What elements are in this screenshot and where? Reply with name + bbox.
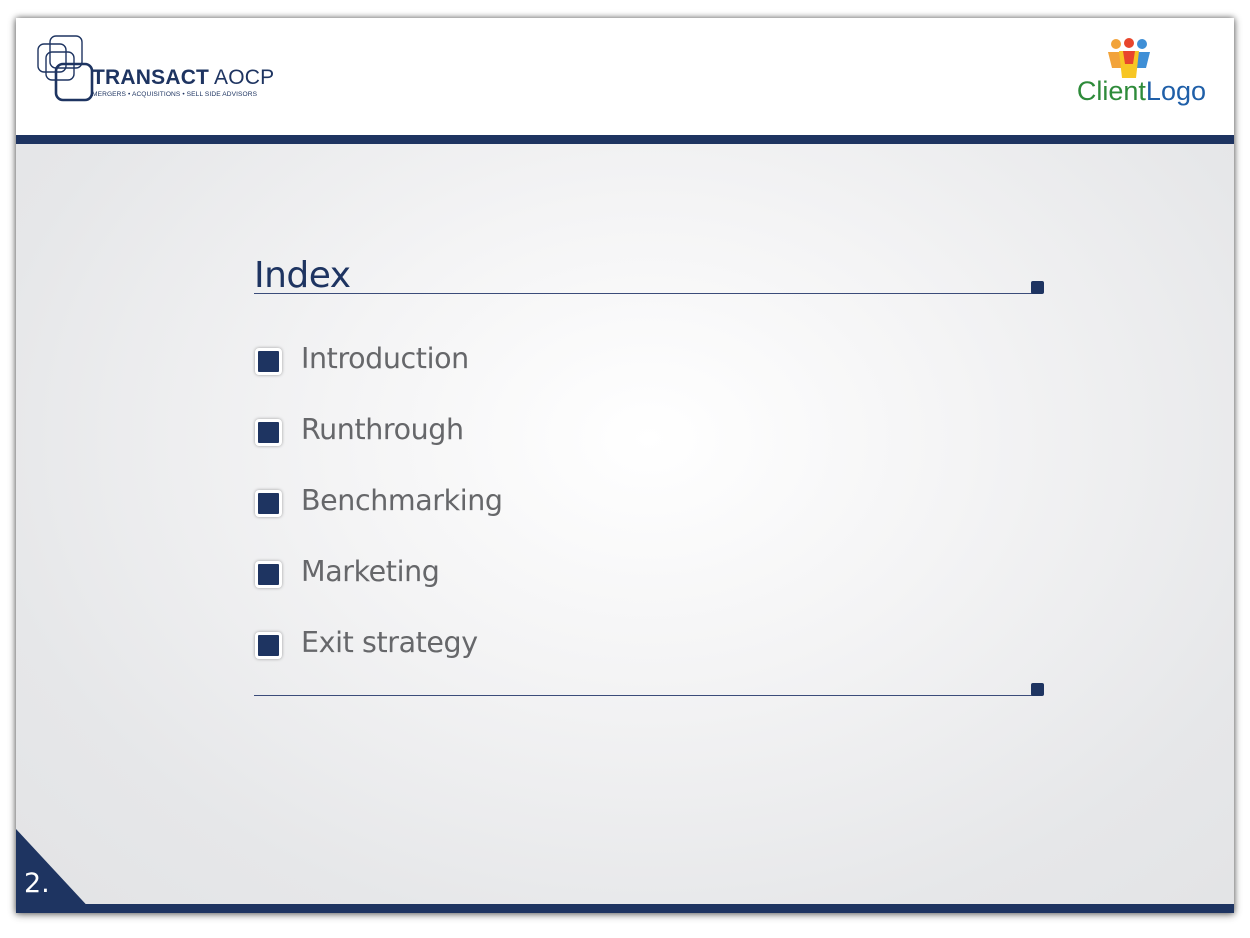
index-list: Introduction Runthrough Benchmarking Mar… <box>254 342 954 698</box>
transact-aocp-logo: TRANSACT AOCP MERGERS • ACQUISITIONS • S… <box>36 34 306 104</box>
footer-band <box>16 904 1234 913</box>
brand-name-bold: TRANSACT <box>92 66 210 89</box>
header: TRANSACT AOCP MERGERS • ACQUISITIONS • S… <box>16 18 1234 135</box>
index-title: Index <box>254 255 351 296</box>
brand-name-light: AOCP <box>213 66 275 89</box>
people-group-icon <box>1108 38 1150 78</box>
index-item-label: Marketing <box>301 555 440 588</box>
overlapping-squares-logo-icon <box>37 35 94 102</box>
index-item[interactable]: Introduction <box>254 342 954 414</box>
title-rule-end-square <box>1031 281 1044 294</box>
slide: TRANSACT AOCP MERGERS • ACQUISITIONS • S… <box>16 18 1234 913</box>
index-item-label: Runthrough <box>301 413 464 446</box>
bottom-rule-end-square <box>1031 683 1044 696</box>
client-logo-text-part2: Logo <box>1145 76 1206 106</box>
page-number: 2. <box>24 868 50 899</box>
brand-name: TRANSACT AOCP <box>92 67 274 88</box>
bullet-square-icon <box>255 490 282 517</box>
index-item[interactable]: Runthrough <box>254 413 954 485</box>
bottom-rule <box>254 695 1042 696</box>
index-item-label: Introduction <box>301 342 469 375</box>
index-item-label: Benchmarking <box>301 484 503 517</box>
index-item-label: Exit strategy <box>301 626 478 659</box>
bullet-square-icon <box>255 419 282 446</box>
bullet-square-icon <box>255 632 282 659</box>
index-item[interactable]: Exit strategy <box>254 626 954 698</box>
index-item[interactable]: Marketing <box>254 555 954 627</box>
client-logo-text: ClientLogo <box>1077 78 1206 105</box>
client-logo-text-part1: Client <box>1076 76 1146 106</box>
brand-tagline: MERGERS • ACQUISITIONS • SELL SIDE ADVIS… <box>92 91 258 98</box>
header-divider-band <box>16 135 1234 144</box>
bullet-square-icon <box>255 348 282 375</box>
index-item[interactable]: Benchmarking <box>254 484 954 556</box>
client-logo: ClientLogo <box>1056 38 1206 113</box>
bullet-square-icon <box>255 561 282 588</box>
title-rule <box>254 293 1042 294</box>
